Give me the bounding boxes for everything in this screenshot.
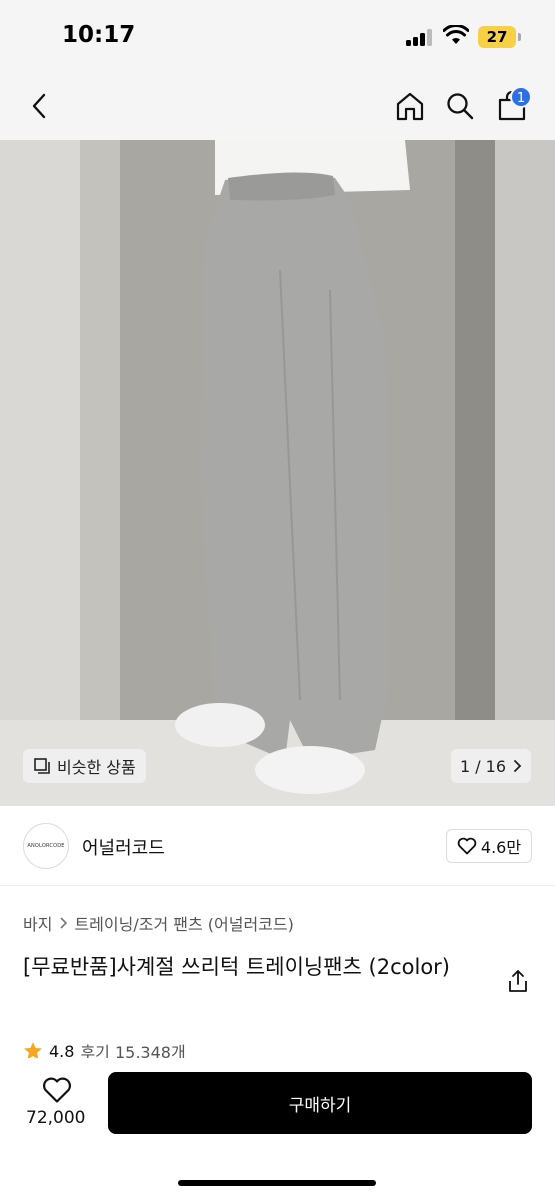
cart-count-badge: 1 <box>510 86 532 108</box>
price: 72,000 <box>26 1108 86 1128</box>
back-icon[interactable] <box>20 86 60 126</box>
brand-name[interactable]: 어널러코드 <box>82 834 165 860</box>
product-title: [무료반품]사계절 쓰리턱 트레이닝팬츠 (2color) <box>23 955 450 979</box>
heart-icon <box>457 837 477 855</box>
image-pager[interactable]: 1 / 16 <box>451 749 531 783</box>
bottom-bar: 72,000 구매하기 <box>0 1058 555 1200</box>
search-icon[interactable] <box>440 86 480 126</box>
home-icon[interactable] <box>390 86 430 126</box>
battery-level: 27 <box>478 26 516 48</box>
image-pager-label: 1 / 16 <box>459 756 507 776</box>
brand-row: ANOLORCODE 어널러코드 4.6만 <box>0 806 555 886</box>
chevron-right-icon <box>514 760 522 772</box>
breadcrumb: 바지 트레이닝/조거 팬츠 (어널러코드) <box>23 911 294 935</box>
similar-products-button[interactable]: 비슷한 상품 <box>23 749 146 783</box>
battery-tip <box>518 33 521 41</box>
signal-icon <box>406 29 434 46</box>
similar-products-label: 비슷한 상품 <box>57 758 136 777</box>
buy-button[interactable]: 구매하기 <box>108 1072 532 1134</box>
status-time: 10:17 <box>62 22 136 48</box>
breadcrumb-item[interactable]: 바지 <box>23 911 52 935</box>
status-bar: 10:17 27 <box>0 0 555 72</box>
like-count: 4.6만 <box>480 838 522 857</box>
brand-logo[interactable]: ANOLORCODE <box>23 823 69 869</box>
wifi-icon <box>443 25 469 44</box>
share-icon[interactable] <box>505 968 531 994</box>
like-button[interactable]: 4.6만 <box>446 829 532 863</box>
product-photo <box>0 140 555 806</box>
home-indicator <box>178 1180 376 1186</box>
chevron-right-icon <box>60 917 68 929</box>
breadcrumb-item[interactable]: 트레이닝/조거 팬츠 (어널러코드) <box>74 911 293 935</box>
nav-bar: 1 <box>0 72 555 140</box>
heart-icon[interactable] <box>42 1076 72 1104</box>
product-image[interactable]: 비슷한 상품 1 / 16 <box>0 140 555 806</box>
similar-icon <box>34 758 50 774</box>
